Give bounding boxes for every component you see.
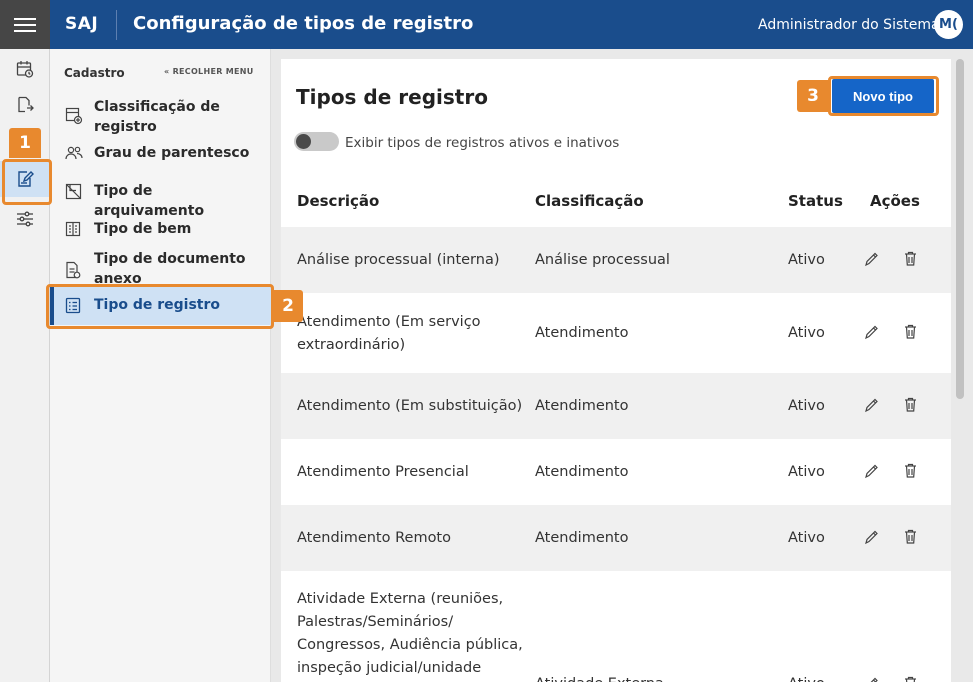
delete-trash-icon[interactable]: [904, 251, 917, 266]
cell-status: Ativo: [788, 325, 825, 341]
cell-status: Ativo: [788, 464, 825, 480]
callout-number-3: 3: [797, 80, 829, 112]
top-header: SAJ Configuração de tipos de registro Ad…: [0, 0, 973, 49]
cell-classificacao: Análise processual: [535, 252, 670, 268]
column-header-descricao[interactable]: Descrição: [297, 192, 379, 210]
archive-icon: [65, 183, 82, 200]
cell-classificacao: Atendimento: [535, 398, 629, 414]
table-row: Atendimento Presencial Atendimento Ativo: [281, 439, 951, 505]
column-header-status[interactable]: Status: [788, 192, 843, 210]
cell-status: Ativo: [788, 530, 825, 546]
hamburger-menu-button[interactable]: [0, 0, 50, 49]
document-forward-icon: [18, 96, 34, 113]
sliders-icon: [17, 211, 33, 227]
delete-trash-icon[interactable]: [904, 324, 917, 339]
rail-document-button[interactable]: [0, 87, 50, 123]
collapse-menu-button[interactable]: « RECOLHER MENU: [164, 67, 254, 76]
callout-number-1: 1: [9, 128, 41, 158]
sidebar-item-label: Tipo de arquivamento: [94, 183, 205, 219]
sidebar-item-label: Grau de parentesco: [94, 145, 250, 161]
calendar-clock-icon: [16, 61, 34, 78]
edit-pencil-icon[interactable]: [864, 398, 879, 413]
classification-icon: [65, 107, 83, 125]
callout-highlight-3: [828, 76, 939, 116]
collapse-menu-label: RECOLHER MENU: [172, 67, 254, 76]
table-row: Atendimento (Em substituição) Atendiment…: [281, 373, 951, 439]
rail-calendar-button[interactable]: [0, 51, 50, 87]
cell-status: Ativo: [788, 252, 825, 268]
edit-pencil-icon[interactable]: [864, 325, 879, 340]
sidebar-item-tipo-documento-anexo[interactable]: Tipo de documento anexo: [50, 249, 271, 285]
cell-descricao: Atendimento Presencial: [297, 464, 469, 480]
hamburger-icon: [14, 17, 36, 32]
section-title: Tipos de registro: [296, 85, 488, 109]
cell-classificacao: Atendimento: [535, 325, 629, 341]
sidebar-item-classificacao[interactable]: Classificação de registro: [50, 97, 271, 139]
edit-pencil-icon[interactable]: [864, 530, 879, 545]
brand-logo[interactable]: SAJ: [65, 14, 98, 34]
cell-classificacao: Atendimento: [535, 464, 629, 480]
edit-pencil-icon[interactable]: [864, 252, 879, 267]
cell-descricao: Atendimento Remoto: [297, 530, 451, 546]
callout-number-2: 2: [273, 290, 303, 322]
column-header-acoes: Ações: [870, 192, 920, 210]
delete-trash-icon[interactable]: [904, 529, 917, 544]
sidebar-heading: Cadastro: [64, 66, 125, 80]
delete-trash-icon[interactable]: [904, 397, 917, 412]
cell-descricao: Atendimento (Em serviço extraordinário): [297, 314, 481, 353]
toggle-knob: [296, 134, 311, 149]
header-divider: [116, 10, 117, 40]
avatar[interactable]: M(: [934, 10, 963, 39]
toggle-label: Exibir tipos de registros ativos e inati…: [345, 135, 620, 151]
sidebar-item-label: Classificação de registro: [94, 99, 220, 135]
cell-status: Ativo: [788, 398, 825, 414]
callout-highlight-1: [2, 159, 52, 205]
sidebar: Cadastro « RECOLHER MENU Classificação d…: [50, 49, 271, 682]
cell-descricao: Atividade Externa (reuniões, Palestras/S…: [297, 591, 523, 676]
edit-pencil-icon[interactable]: [864, 677, 879, 682]
cell-descricao: Atendimento (Em substituição): [297, 398, 523, 414]
table-row: Atendimento (Em serviço extraordinário) …: [281, 293, 951, 373]
main-panel: Tipos de registro Novo tipo Exibir tipos…: [281, 59, 951, 682]
people-icon: [65, 146, 83, 160]
cell-status: Ativo: [788, 673, 825, 682]
table-row: Atendimento Remoto Atendimento Ativo: [281, 505, 951, 571]
delete-trash-icon[interactable]: [904, 676, 917, 682]
cell-classificacao: Atendimento: [535, 530, 629, 546]
sidebar-item-grau-parentesco[interactable]: Grau de parentesco: [50, 143, 271, 167]
cell-classificacao: Atividade Externa: [535, 673, 664, 682]
user-name[interactable]: Administrador do Sistema: [758, 17, 940, 33]
scrollbar-thumb[interactable]: [956, 59, 964, 399]
edit-pencil-icon[interactable]: [864, 464, 879, 479]
column-header-classificacao[interactable]: Classificação: [535, 192, 644, 210]
sidebar-item-tipo-arquivamento[interactable]: Tipo de arquivamento: [50, 181, 271, 219]
show-inactive-toggle[interactable]: [294, 132, 339, 151]
table-row: Análise processual (interna) Análise pro…: [281, 227, 951, 293]
table-row: Atividade Externa (reuniões, Palestras/S…: [281, 571, 951, 682]
cell-descricao: Análise processual (interna): [297, 252, 500, 268]
attachment-document-icon: [66, 261, 81, 279]
building-icon: [65, 221, 81, 237]
callout-highlight-2: [46, 284, 274, 329]
sidebar-item-label: Tipo de documento anexo: [94, 251, 246, 285]
sidebar-item-label: Tipo de bem: [94, 221, 192, 237]
rail-settings-button[interactable]: [0, 201, 50, 237]
page-title: Configuração de tipos de registro: [133, 13, 474, 34]
sidebar-item-tipo-bem[interactable]: Tipo de bem: [50, 219, 271, 243]
delete-trash-icon[interactable]: [904, 463, 917, 478]
